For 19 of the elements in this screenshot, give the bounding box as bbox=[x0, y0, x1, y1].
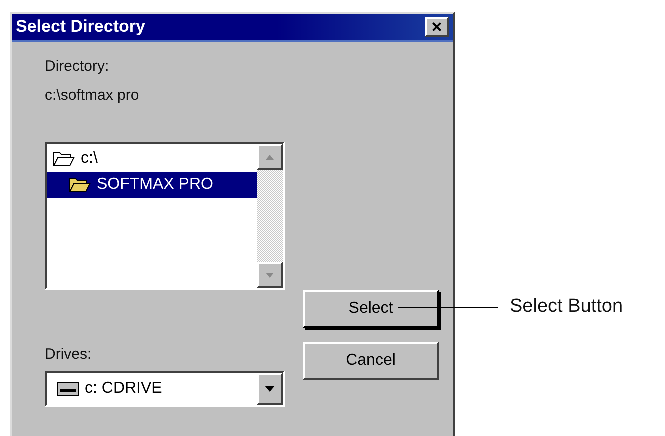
caret-icon bbox=[265, 386, 275, 392]
scrollbar[interactable] bbox=[257, 144, 283, 288]
down-arrow-icon bbox=[266, 272, 274, 278]
select-button[interactable]: Select bbox=[303, 290, 439, 328]
callout-label: Select Button bbox=[510, 296, 624, 318]
drives-dropdown[interactable]: c: CDRIVE bbox=[45, 371, 285, 407]
window-title: Select Directory bbox=[16, 17, 146, 37]
close-button[interactable]: × bbox=[425, 17, 449, 37]
folder-item[interactable]: c:\ bbox=[47, 146, 257, 172]
directory-path: c:\softmax pro bbox=[45, 87, 140, 104]
folder-list[interactable]: c:\ SOFTMAX PRO bbox=[45, 142, 285, 290]
cancel-button[interactable]: Cancel bbox=[303, 342, 439, 380]
up-arrow-icon bbox=[266, 154, 274, 160]
drives-label: Drives: bbox=[45, 346, 93, 363]
folder-item[interactable]: SOFTMAX PRO bbox=[47, 172, 257, 198]
folder-icon bbox=[69, 177, 91, 193]
folder-icon bbox=[53, 151, 75, 167]
directory-label: Directory: bbox=[45, 58, 110, 75]
drive-icon bbox=[57, 382, 79, 396]
